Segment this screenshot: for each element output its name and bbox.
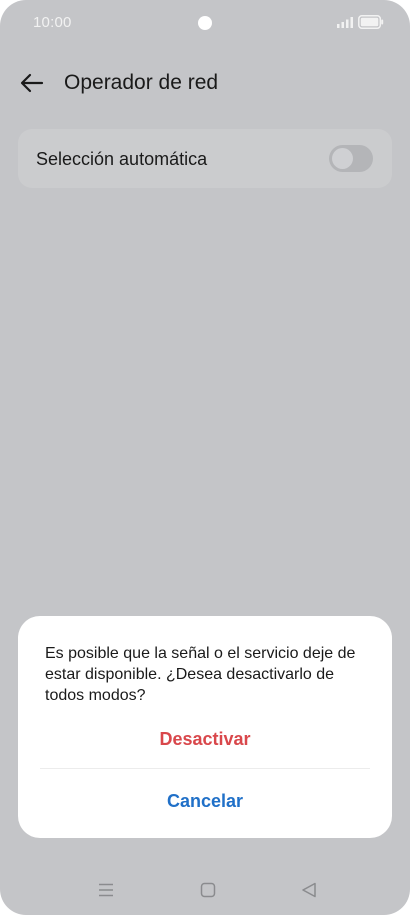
app-header: Operador de red — [0, 60, 410, 106]
navigation-bar — [0, 870, 410, 910]
automatic-selection-label: Selección automática — [36, 149, 208, 169]
deactivate-button[interactable]: Desactivar — [18, 724, 392, 754]
dialog-divider — [40, 768, 370, 769]
toggle-knob — [332, 148, 353, 169]
arrow-left-icon[interactable] — [18, 70, 46, 96]
battery-icon — [358, 15, 384, 29]
signal-icon — [337, 17, 353, 28]
dialog-message: Es posible que la señal o el servicio de… — [45, 645, 356, 704]
status-bar: 10:00 — [0, 0, 410, 46]
home-icon[interactable] — [200, 882, 216, 898]
page-title: Operador de red — [64, 71, 219, 94]
camera-hole — [198, 16, 212, 30]
automatic-selection-toggle[interactable] — [329, 145, 373, 172]
confirm-dialog: Es posible que la señal o el servicio de… — [18, 616, 392, 838]
back-triangle-icon[interactable] — [300, 881, 318, 899]
menu-icon[interactable] — [97, 882, 115, 898]
phone-screen: 10:00 Operador de red Selección automáti… — [0, 0, 410, 915]
cancel-button[interactable]: Cancelar — [18, 786, 392, 816]
automatic-selection-row[interactable]: Selección automática — [18, 129, 392, 188]
status-time: 10:00 — [33, 14, 72, 31]
